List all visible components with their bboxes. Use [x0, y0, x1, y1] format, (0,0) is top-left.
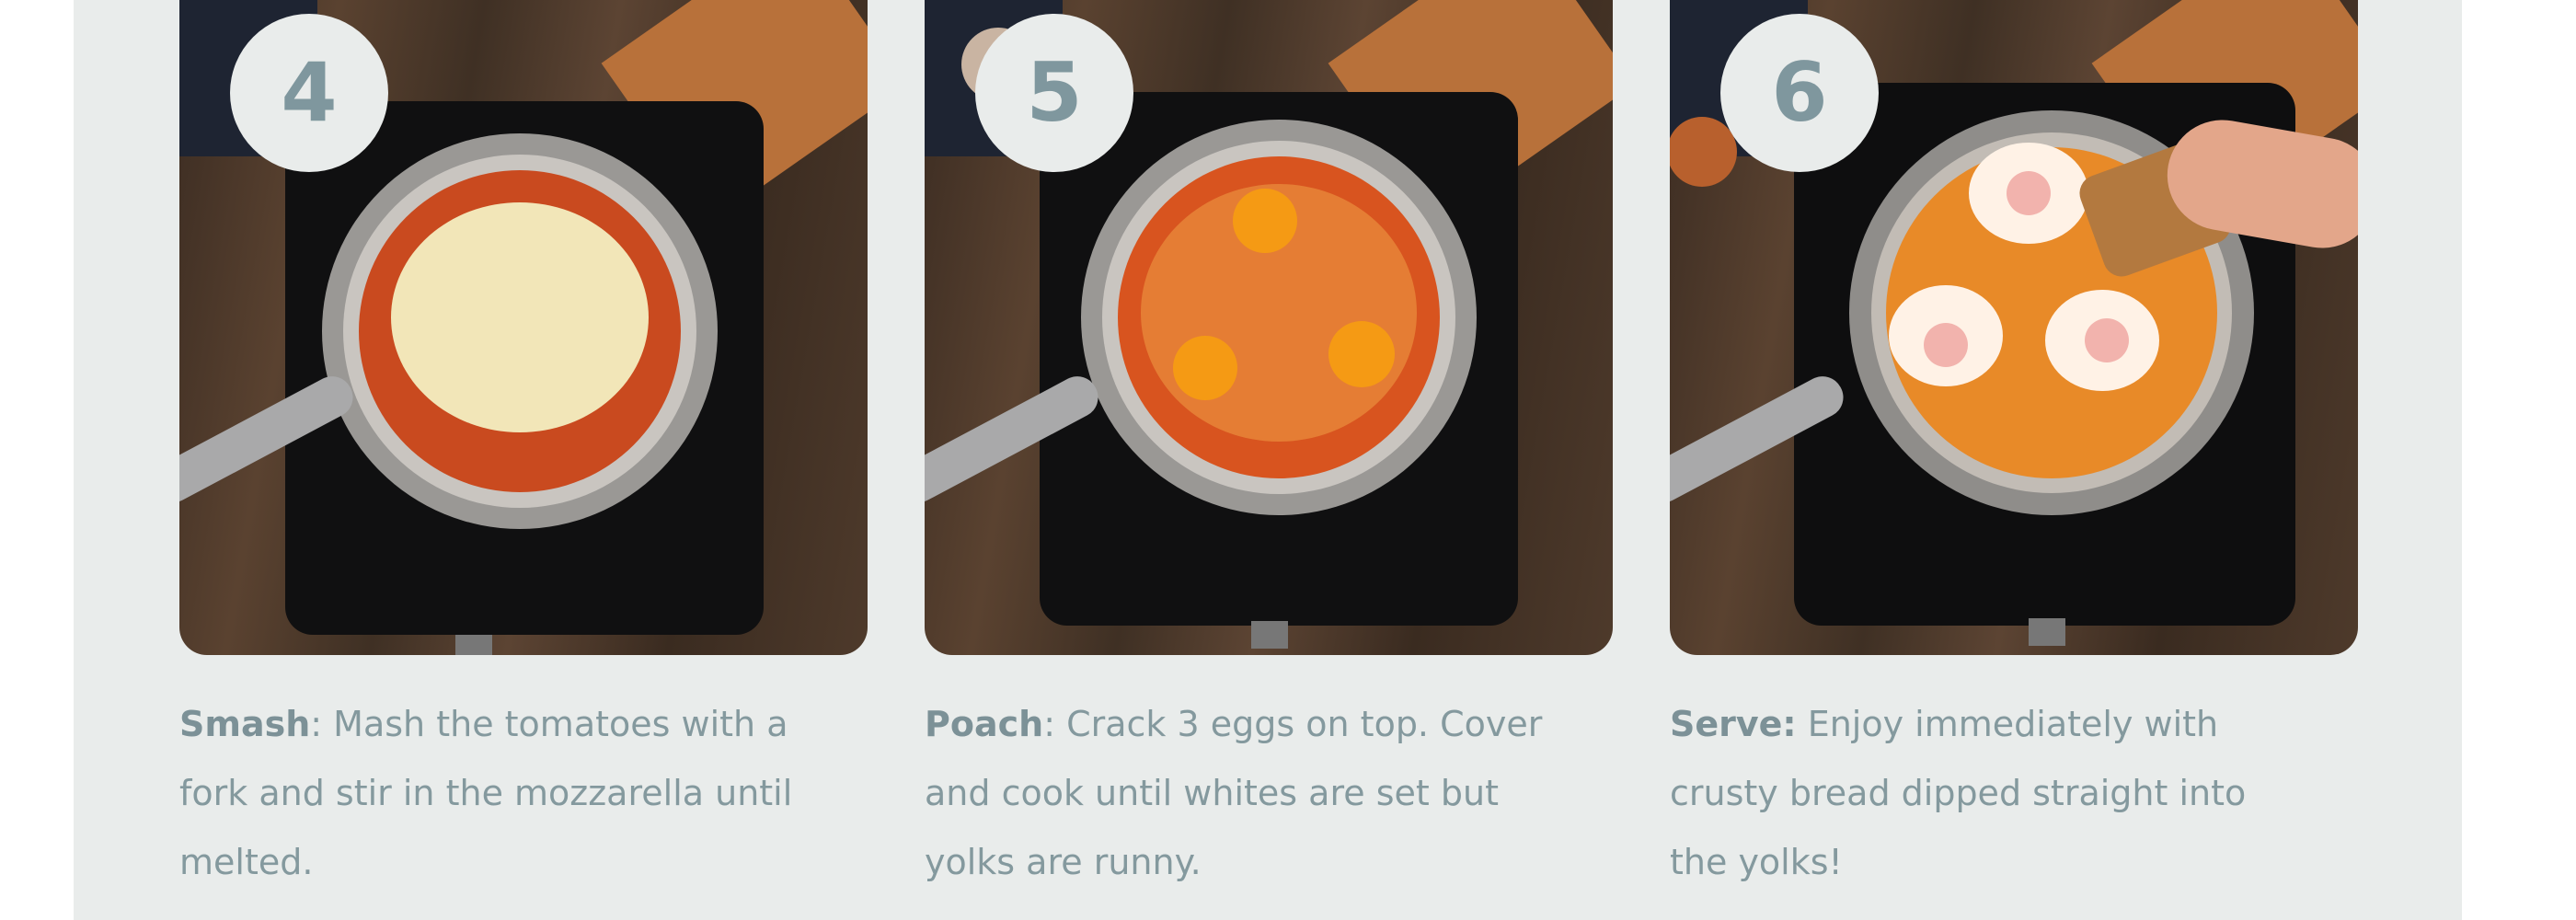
step-card-4: 4 Smash: Mash the tomatoes with a fork a…: [179, 0, 868, 897]
step-description: Serve: Enjoy immediately with crusty bre…: [1670, 690, 2314, 897]
step-title-separator: :: [1043, 704, 1055, 744]
step-number-badge: 5: [975, 14, 1133, 172]
step-description: Smash: Mash the tomatoes with a fork and…: [179, 690, 823, 897]
step-photo-4: 4: [179, 0, 868, 655]
step-photo-5: 5: [925, 0, 1613, 655]
recipe-steps-panel: 4 Smash: Mash the tomatoes with a fork a…: [74, 0, 2462, 920]
step-title: Poach: [925, 704, 1044, 744]
step-photo-6: 6: [1670, 0, 2358, 655]
step-title: Smash: [179, 704, 311, 744]
step-number-badge: 4: [230, 14, 388, 172]
step-card-6: 6 Serve: Enjoy immediately with crusty b…: [1670, 0, 2358, 897]
step-number-badge: 6: [1720, 14, 1879, 172]
step-title-separator: :: [310, 704, 323, 744]
step-title: Serve:: [1670, 704, 1797, 744]
step-card-5: 5 Poach: Crack 3 eggs on top. Cover and …: [925, 0, 1613, 897]
step-description: Poach: Crack 3 eggs on top. Cover and co…: [925, 690, 1569, 897]
